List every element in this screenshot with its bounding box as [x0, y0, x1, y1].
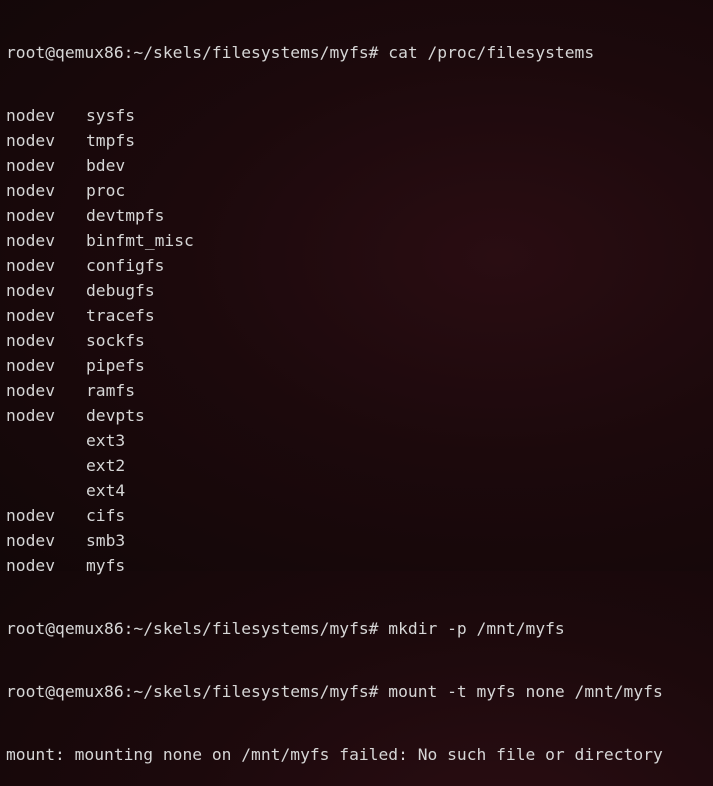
fs-name: ext4 — [86, 481, 126, 500]
fs-name: binfmt_misc — [86, 231, 194, 250]
filesystem-row: ext3 — [6, 428, 663, 453]
fs-flag: nodev — [6, 256, 56, 275]
filesystem-row: nodev cifs — [6, 503, 663, 528]
filesystem-row: nodev sockfs — [6, 328, 663, 353]
fs-name: cifs — [86, 506, 126, 525]
fs-name: ext3 — [86, 431, 126, 450]
command: cat /proc/filesystems — [388, 43, 595, 62]
fs-name: tracefs — [86, 306, 155, 325]
fs-name: pipefs — [86, 356, 145, 375]
filesystem-row: nodev myfs — [6, 553, 663, 578]
fs-flag: nodev — [6, 206, 56, 225]
fs-flag: nodev — [6, 181, 56, 200]
filesystem-row: nodev devpts — [6, 403, 663, 428]
fs-flag: nodev — [6, 106, 56, 125]
fs-name: devpts — [86, 406, 145, 425]
fs-flag: nodev — [6, 506, 56, 525]
filesystem-row: nodev tmpfs — [6, 128, 663, 153]
fs-flag: nodev — [6, 131, 56, 150]
filesystems-list: nodev sysfs nodev tmpfs nodev bdev nodev proc no… — [6, 103, 663, 578]
fs-flag: nodev — [6, 381, 56, 400]
fs-flag: nodev — [6, 406, 56, 425]
fs-flag: nodev — [6, 231, 56, 250]
fs-name: ext2 — [86, 456, 126, 475]
filesystem-row: nodev proc — [6, 178, 663, 203]
filesystem-row: nodev debugfs — [6, 278, 663, 303]
filesystem-row: nodev tracefs — [6, 303, 663, 328]
filesystem-row: nodev pipefs — [6, 353, 663, 378]
terminal-output[interactable]: root@qemux86:~/skels/filesystems/myfs# c… — [6, 2, 663, 786]
fs-name: configfs — [86, 256, 165, 275]
fs-name: ramfs — [86, 381, 136, 400]
error-message: mount: mounting none on /mnt/myfs failed… — [6, 745, 663, 764]
fs-name: bdev — [86, 156, 126, 175]
prompt: root@qemux86:~/skels/filesystems/myfs# — [6, 682, 389, 701]
fs-flag: nodev — [6, 306, 56, 325]
fs-name: tmpfs — [86, 131, 136, 150]
fs-flag: nodev — [6, 531, 56, 550]
filesystem-row: nodev smb3 — [6, 528, 663, 553]
fs-flag: nodev — [6, 281, 56, 300]
filesystem-row: nodev bdev — [6, 153, 663, 178]
command-line: root@qemux86:~/skels/filesystems/myfs# c… — [6, 40, 663, 65]
filesystem-row: nodev configfs — [6, 253, 663, 278]
fs-name: sysfs — [86, 106, 136, 125]
command: mount -t myfs none /mnt/myfs — [388, 682, 663, 701]
command-line: root@qemux86:~/skels/filesystems/myfs# m… — [6, 679, 663, 704]
fs-flag: nodev — [6, 156, 56, 175]
filesystem-row: nodev devtmpfs — [6, 203, 663, 228]
prompt: root@qemux86:~/skels/filesystems/myfs# — [6, 43, 389, 62]
fs-name: proc — [86, 181, 126, 200]
filesystem-row: ext2 — [6, 453, 663, 478]
filesystem-row: nodev ramfs — [6, 378, 663, 403]
command: mkdir -p /mnt/myfs — [388, 619, 565, 638]
fs-name: debugfs — [86, 281, 155, 300]
fs-flag: nodev — [6, 356, 56, 375]
fs-name: devtmpfs — [86, 206, 165, 225]
filesystem-row: nodev binfmt_misc — [6, 228, 663, 253]
filesystem-row: ext4 — [6, 478, 663, 503]
fs-flag: nodev — [6, 556, 56, 575]
fs-name: myfs — [86, 556, 126, 575]
fs-flag: nodev — [6, 331, 56, 350]
filesystem-row: nodev sysfs — [6, 103, 663, 128]
fs-name: sockfs — [86, 331, 145, 350]
prompt: root@qemux86:~/skels/filesystems/myfs# — [6, 619, 389, 638]
command-line: root@qemux86:~/skels/filesystems/myfs# m… — [6, 616, 663, 641]
fs-name: smb3 — [86, 531, 126, 550]
